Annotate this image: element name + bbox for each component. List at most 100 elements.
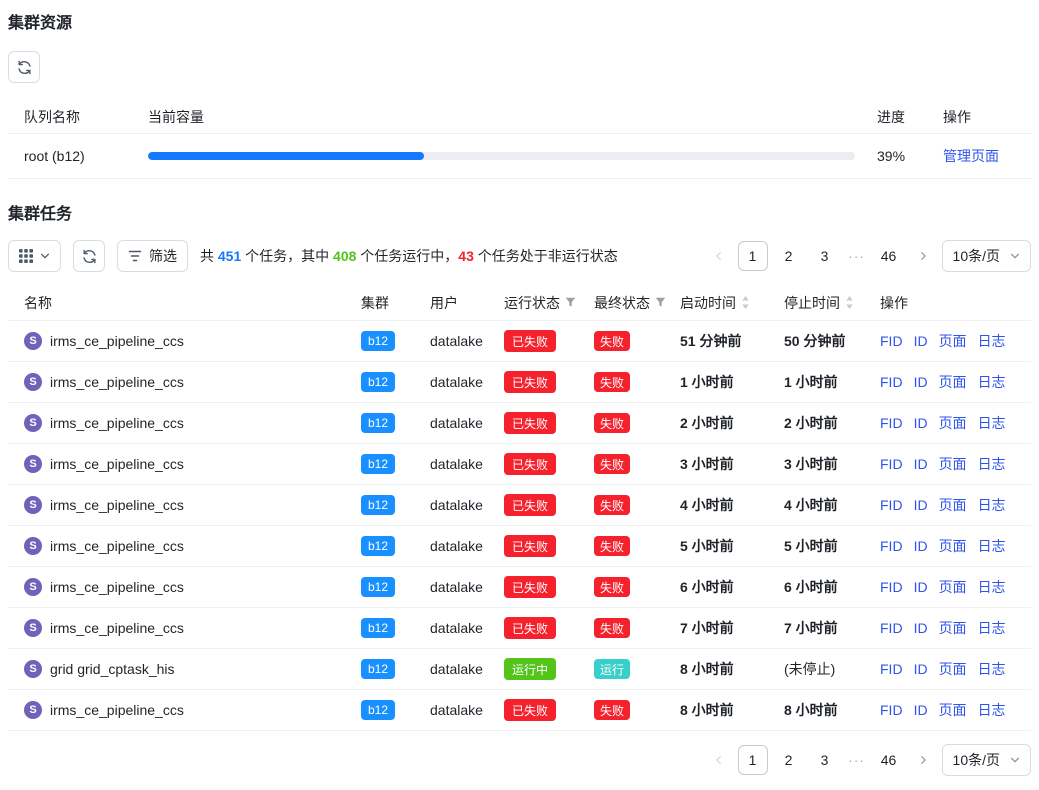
- task-start-time: 3 小时前: [680, 454, 784, 474]
- page-button-2[interactable]: 2: [774, 241, 804, 271]
- page-button-1[interactable]: 1: [738, 745, 768, 775]
- cluster-badge: b12: [361, 454, 395, 474]
- page-button-3[interactable]: 3: [810, 241, 840, 271]
- table-row: S irms_ce_pipeline_ccs b12 datalake 已失败 …: [8, 321, 1031, 362]
- task-action-fid[interactable]: FID: [880, 620, 903, 636]
- cluster-badge: b12: [361, 618, 395, 638]
- column-settings-button[interactable]: [8, 240, 61, 272]
- task-stop-time: 6 小时前: [784, 577, 880, 597]
- task-action-id[interactable]: ID: [914, 497, 928, 513]
- table-row: S irms_ce_pipeline_ccs b12 datalake 已失败 …: [8, 567, 1031, 608]
- sorter-icon: [845, 296, 854, 309]
- next-page-button[interactable]: [910, 242, 936, 270]
- page-button-last[interactable]: 46: [874, 241, 904, 271]
- task-actions: FID ID 页面日志: [880, 577, 1015, 597]
- task-action-fid[interactable]: FID: [880, 374, 903, 390]
- task-action-fid[interactable]: FID: [880, 702, 903, 718]
- col-header-stop-time[interactable]: 停止时间: [784, 293, 854, 313]
- task-action-id[interactable]: ID: [914, 374, 928, 390]
- chevron-right-icon: [918, 250, 928, 262]
- task-action-page[interactable]: 页面: [939, 495, 967, 515]
- task-start-time: 8 小时前: [680, 700, 784, 720]
- task-action-log[interactable]: 日志: [978, 372, 1006, 392]
- task-action-id[interactable]: ID: [914, 579, 928, 595]
- task-action-page[interactable]: 页面: [939, 700, 967, 720]
- page-button-last[interactable]: 46: [874, 745, 904, 775]
- task-name: irms_ce_pipeline_ccs: [50, 456, 184, 472]
- task-action-fid[interactable]: FID: [880, 415, 903, 431]
- page-size-select[interactable]: 10条/页: [942, 240, 1031, 272]
- tasks-refresh-button[interactable]: [73, 240, 105, 272]
- page-ellipsis[interactable]: ···: [846, 752, 868, 768]
- task-action-id[interactable]: ID: [914, 661, 928, 677]
- task-action-page[interactable]: 页面: [939, 659, 967, 679]
- tasks-table-body: S irms_ce_pipeline_ccs b12 datalake 已失败 …: [8, 321, 1031, 731]
- task-action-fid[interactable]: FID: [880, 333, 903, 349]
- table-row: S grid grid_cptask_his b12 datalake 运行中 …: [8, 649, 1031, 690]
- task-action-log[interactable]: 日志: [978, 495, 1006, 515]
- cluster-badge: b12: [361, 331, 395, 351]
- task-user: datalake: [430, 538, 504, 554]
- task-action-page[interactable]: 页面: [939, 618, 967, 638]
- task-action-log[interactable]: 日志: [978, 454, 1006, 474]
- task-action-fid[interactable]: FID: [880, 538, 903, 554]
- page-size-select[interactable]: 10条/页: [942, 744, 1031, 776]
- prev-page-button[interactable]: [706, 746, 732, 774]
- cluster-badge: b12: [361, 659, 395, 679]
- run-status-badge: 已失败: [504, 699, 556, 721]
- task-action-fid[interactable]: FID: [880, 661, 903, 677]
- task-action-log[interactable]: 日志: [978, 577, 1006, 597]
- task-action-fid[interactable]: FID: [880, 456, 903, 472]
- page-ellipsis[interactable]: ···: [846, 248, 868, 264]
- task-action-id[interactable]: ID: [914, 538, 928, 554]
- filter-button[interactable]: 筛选: [117, 240, 188, 272]
- pagination-bottom: 1 2 3 ··· 46 10条/页: [706, 744, 1031, 776]
- filter-funnel-icon[interactable]: [565, 297, 576, 308]
- task-action-id[interactable]: ID: [914, 415, 928, 431]
- task-action-id[interactable]: ID: [914, 456, 928, 472]
- final-status-badge: 失败: [594, 454, 630, 474]
- task-action-page[interactable]: 页面: [939, 454, 967, 474]
- task-start-time: 2 小时前: [680, 413, 784, 433]
- task-stop-time: 50 分钟前: [784, 331, 880, 351]
- task-start-time: 51 分钟前: [680, 331, 784, 351]
- resources-refresh-button[interactable]: [8, 51, 40, 83]
- task-stop-time: 2 小时前: [784, 413, 880, 433]
- filter-funnel-icon[interactable]: [655, 297, 666, 308]
- task-action-page[interactable]: 页面: [939, 331, 967, 351]
- page-button-1[interactable]: 1: [738, 241, 768, 271]
- table-row: S irms_ce_pipeline_ccs b12 datalake 已失败 …: [8, 608, 1031, 649]
- task-user: datalake: [430, 333, 504, 349]
- task-action-log[interactable]: 日志: [978, 659, 1006, 679]
- task-action-log[interactable]: 日志: [978, 331, 1006, 351]
- task-action-id[interactable]: ID: [914, 333, 928, 349]
- task-stop-time: 3 小时前: [784, 454, 880, 474]
- task-action-page[interactable]: 页面: [939, 372, 967, 392]
- task-action-id[interactable]: ID: [914, 702, 928, 718]
- task-action-id[interactable]: ID: [914, 620, 928, 636]
- task-action-log[interactable]: 日志: [978, 618, 1006, 638]
- page-button-2[interactable]: 2: [774, 745, 804, 775]
- task-start-time: 7 小时前: [680, 618, 784, 638]
- table-row: S irms_ce_pipeline_ccs b12 datalake 已失败 …: [8, 690, 1031, 731]
- col-header-start-time[interactable]: 启动时间: [680, 293, 750, 313]
- task-action-log[interactable]: 日志: [978, 700, 1006, 720]
- task-stop-time: 1 小时前: [784, 372, 880, 392]
- page-button-3[interactable]: 3: [810, 745, 840, 775]
- task-avatar: S: [24, 373, 42, 391]
- col-header-progress: 进度: [877, 107, 923, 127]
- next-page-button[interactable]: [910, 746, 936, 774]
- task-action-fid[interactable]: FID: [880, 579, 903, 595]
- task-actions: FID ID 页面日志: [880, 659, 1015, 679]
- manage-page-link[interactable]: 管理页面: [943, 148, 999, 164]
- task-action-page[interactable]: 页面: [939, 413, 967, 433]
- task-action-page[interactable]: 页面: [939, 536, 967, 556]
- task-action-log[interactable]: 日志: [978, 413, 1006, 433]
- prev-page-button[interactable]: [706, 242, 732, 270]
- task-action-page[interactable]: 页面: [939, 577, 967, 597]
- task-action-log[interactable]: 日志: [978, 536, 1006, 556]
- task-action-fid[interactable]: FID: [880, 497, 903, 513]
- final-status-badge: 失败: [594, 700, 630, 720]
- filter-lines-icon: [128, 250, 142, 262]
- grid-icon: [19, 249, 33, 263]
